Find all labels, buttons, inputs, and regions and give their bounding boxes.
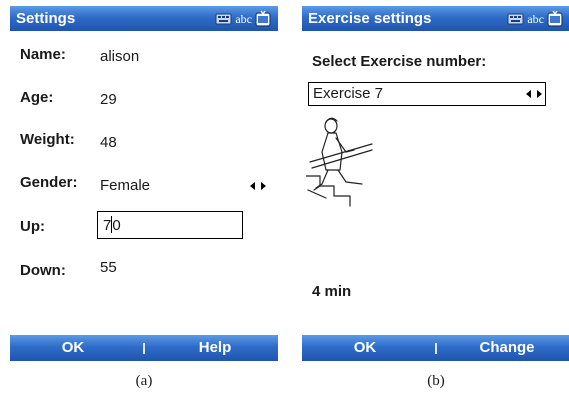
softkey-divider [435, 343, 437, 354]
age-label: Age: [20, 89, 54, 106]
screen-title: Exercise settings [308, 10, 432, 27]
softkey-divider [143, 343, 145, 354]
name-label: Name: [20, 46, 66, 63]
weight-label: Weight: [20, 131, 75, 148]
duration-label: 4 min [312, 283, 352, 300]
exercise-select-value: Exercise 7 [313, 85, 384, 102]
keyboard-icon[interactable] [215, 10, 233, 28]
keyboard-icon[interactable] [507, 10, 525, 28]
gender-label: Gender: [20, 174, 78, 191]
input-mode-indicator[interactable]: abc [235, 10, 252, 28]
title-bar: Exercise settings abc [302, 6, 569, 31]
gender-value[interactable]: Female [100, 177, 150, 194]
weight-value[interactable]: 48 [100, 134, 117, 151]
up-value-after-caret: 0 [112, 217, 121, 234]
age-value[interactable]: 29 [100, 91, 117, 108]
down-label: Down: [20, 262, 66, 279]
caption-b: (b) [427, 373, 445, 389]
up-input[interactable]: 70 [97, 211, 243, 239]
ok-softkey[interactable]: OK [10, 335, 136, 361]
input-mode-indicator[interactable]: abc [527, 10, 544, 28]
ok-softkey[interactable]: OK [302, 335, 428, 361]
select-exercise-label: Select Exercise number: [312, 53, 487, 70]
title-bar-icons: abc [215, 9, 272, 28]
up-value-before-caret: 7 [103, 217, 112, 234]
title-bar-icons: abc [507, 9, 564, 28]
soft-key-bar: OK Help [10, 335, 278, 361]
exercise-settings-screen: Exercise settings abc Select Exercise nu… [302, 0, 569, 361]
change-softkey[interactable]: Change [444, 335, 569, 361]
up-label: Up: [20, 218, 45, 235]
screen-title: Settings [16, 10, 76, 27]
exercise-illustration [306, 117, 373, 207]
settings-screen: Settings abc Name: alison Age: 29 Weight… [10, 0, 278, 361]
input-mode-icon[interactable] [546, 10, 564, 28]
name-value[interactable]: alison [100, 48, 139, 65]
title-bar: Settings abc [10, 6, 278, 31]
soft-key-bar: OK Change [302, 335, 569, 361]
down-value[interactable]: 55 [100, 259, 117, 276]
exercise-select[interactable]: Exercise 7 [308, 82, 546, 106]
caption-a: (a) [135, 373, 153, 389]
input-mode-icon[interactable] [254, 10, 272, 28]
left-right-spin-icon[interactable] [525, 88, 543, 100]
left-right-spin-icon[interactable] [249, 180, 267, 192]
help-softkey[interactable]: Help [152, 335, 278, 361]
